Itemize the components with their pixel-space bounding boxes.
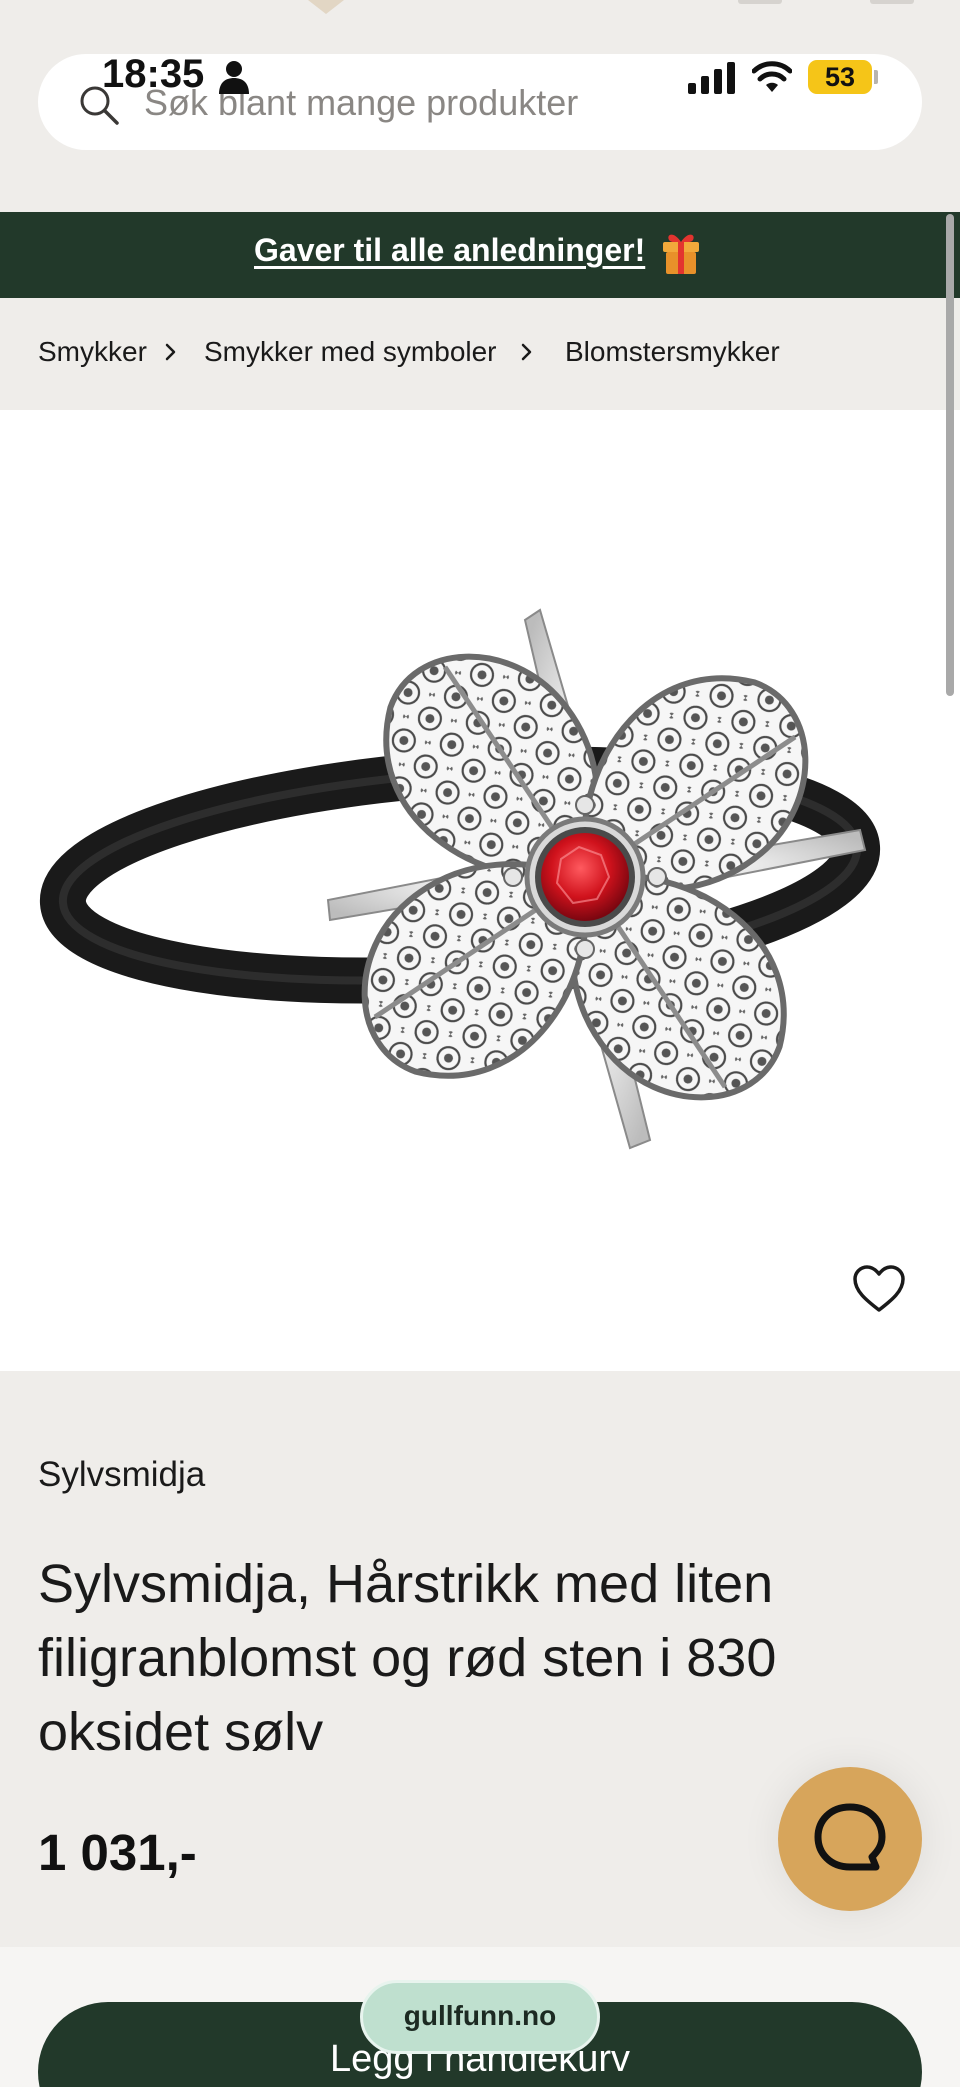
search-placeholder: Søk blant mange produkter (144, 82, 579, 123)
product-price: 1 031,- (38, 1824, 197, 1881)
notch-decoration (308, 0, 344, 14)
heart-icon[interactable] (852, 1264, 906, 1314)
top-edge-stub (738, 0, 782, 4)
product-image-area (0, 410, 960, 1371)
product-page: Søk blant mange produkter 18:35 53 Gaver… (0, 0, 960, 2087)
header: Søk blant mange produkter 18:35 53 (0, 0, 960, 212)
battery-icon: 53 (808, 60, 872, 94)
status-time: 18:35 (102, 52, 205, 96)
chat-bubble-icon (814, 1803, 886, 1871)
person-icon (219, 61, 249, 94)
chevron-right-icon (165, 343, 176, 361)
top-edge-stub (870, 0, 914, 4)
scrollbar[interactable] (946, 214, 954, 696)
gift-icon (663, 234, 699, 274)
breadcrumb-item-blomstersmykker[interactable]: Blomstersmykker (565, 336, 780, 368)
breadcrumb: Smykker Smykker med symboler Blomstersmy… (0, 298, 960, 410)
product-brand[interactable]: Sylvsmidja (38, 1455, 205, 1495)
browser-domain-pill[interactable]: gullfunn.no (360, 1980, 600, 2054)
battery-cap (874, 70, 878, 84)
promo-link[interactable]: Gaver til alle anledninger! (254, 232, 645, 269)
signal-icon (688, 62, 735, 94)
chat-button[interactable] (778, 1767, 922, 1911)
wifi-icon (752, 61, 792, 92)
breadcrumb-item-smykker-med-symboler[interactable]: Smykker med symboler (204, 336, 497, 368)
filigree-flower-hair-tie-image[interactable] (0, 410, 960, 1371)
promo-banner: Gaver til alle anledninger! (0, 212, 960, 298)
product-title: Sylvsmidja, Hårstrikk med liten filigran… (38, 1554, 777, 1762)
breadcrumb-item-smykker[interactable]: Smykker (38, 336, 147, 368)
chevron-right-icon (521, 343, 532, 361)
